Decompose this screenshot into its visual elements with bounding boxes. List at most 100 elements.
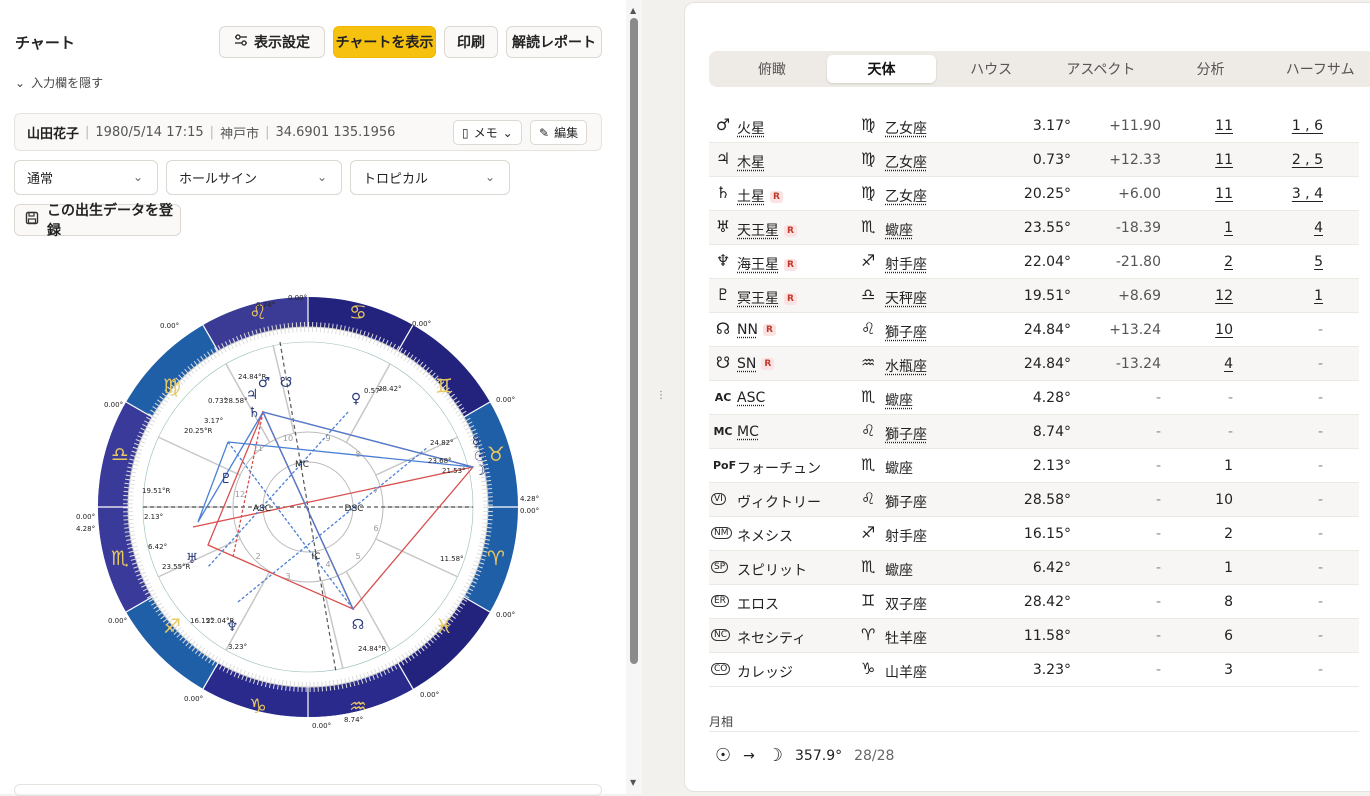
- body-name[interactable]: 土星: [737, 189, 765, 205]
- retrograde-badge: R: [784, 259, 797, 271]
- table-row[interactable]: ♇ 冥王星 R ♎ 天秤座 19.51° +8.69 12 1: [709, 279, 1359, 313]
- body-name-cell[interactable]: 海王星 R: [737, 254, 797, 274]
- aspect-value: -18.39: [1115, 220, 1161, 236]
- aspect-value: -: [1155, 560, 1161, 576]
- tab-2[interactable]: ハウス: [936, 55, 1046, 83]
- svg-text:8.74°: 8.74°: [256, 301, 275, 309]
- table-row[interactable]: ☊ NN R ♌ 獅子座 24.84° +13.24 10 -: [709, 313, 1359, 347]
- body-name-cell[interactable]: 土星 R: [737, 186, 783, 206]
- table-row[interactable]: ♅ 天王星 R ♏ 蠍座 23.55° -18.39 1 4: [709, 211, 1359, 245]
- house-system-select[interactable]: ホールサイン ⌄: [166, 160, 342, 195]
- table-row[interactable]: CO カレッジ ♑ 山羊座 3.23° - 3 -: [709, 653, 1359, 687]
- sign-name[interactable]: 水瓶座: [885, 356, 927, 376]
- body-name-cell[interactable]: 火星: [737, 118, 765, 138]
- sign-name[interactable]: 獅子座: [885, 424, 927, 444]
- scroll-up-icon[interactable]: ▲: [630, 6, 636, 15]
- table-row[interactable]: ☋ SN R ♒ 水瓶座 24.84° -13.24 4 -: [709, 347, 1359, 381]
- table-row[interactable]: VI ヴィクトリー ♌ 獅子座 28.58° - 10 -: [709, 483, 1359, 517]
- house-value[interactable]: 1: [1224, 220, 1233, 236]
- body-name-cell[interactable]: 冥王星 R: [737, 288, 797, 308]
- body-name[interactable]: ASC: [737, 390, 765, 406]
- svg-text:♐: ♐: [163, 614, 181, 638]
- halfsum-value[interactable]: 3 , 4: [1292, 186, 1323, 202]
- degree-value: 24.84°: [1023, 322, 1071, 338]
- register-birth-data-button[interactable]: この出生データを登録: [14, 203, 181, 239]
- hide-input-toggle[interactable]: ⌄ 入力欄を隠す: [15, 74, 103, 91]
- table-row[interactable]: ♃ 木星 ♍ 乙女座 0.73° +12.33 11 2 , 5: [709, 143, 1359, 177]
- retrograde-badge: R: [762, 324, 776, 336]
- tab-1[interactable]: 天体: [826, 55, 937, 83]
- edit-button[interactable]: ✎ 編集: [530, 120, 588, 145]
- body-name-cell[interactable]: 木星: [737, 152, 765, 172]
- house-value[interactable]: 10: [1215, 322, 1233, 338]
- table-row[interactable]: ♆ 海王星 R ♐ 射手座 22.04° -21.80 2 5: [709, 245, 1359, 279]
- house-value[interactable]: 2: [1224, 254, 1233, 270]
- body-name-cell[interactable]: ASC: [737, 390, 765, 406]
- house-value[interactable]: 11: [1215, 152, 1233, 168]
- sign-name[interactable]: 射手座: [885, 254, 927, 274]
- sliders-icon: [234, 33, 248, 51]
- table-row[interactable]: MC MC ♌ 獅子座 8.74° - - -: [709, 415, 1359, 449]
- body-name-cell[interactable]: MC: [737, 424, 759, 440]
- tab-3[interactable]: アスペクト: [1046, 55, 1156, 83]
- zodiac-select[interactable]: トロピカル ⌄: [350, 160, 510, 195]
- retrograde-badge: R: [784, 293, 797, 305]
- table-row[interactable]: PoF フォーチュン ♏ 蠍座 2.13° - 1 -: [709, 449, 1359, 483]
- aspect-value: +6.00: [1118, 186, 1161, 202]
- table-row[interactable]: SP スピリット ♏ 蠍座 6.42° - 1 -: [709, 551, 1359, 585]
- scroll-down-icon[interactable]: ▼: [630, 778, 636, 787]
- table-row[interactable]: ♂ 火星 ♍ 乙女座 3.17° +11.90 11 1 , 6: [709, 109, 1359, 143]
- sign-name[interactable]: 獅子座: [885, 322, 927, 342]
- sign-name[interactable]: 蠍座: [885, 220, 913, 240]
- body-name-cell: カレッジ: [737, 662, 793, 682]
- scrollbar-thumb[interactable]: [630, 18, 638, 664]
- mode-select[interactable]: 通常 ⌄: [14, 160, 158, 195]
- sign-name[interactable]: 蠍座: [885, 390, 913, 410]
- table-row[interactable]: ♄ 土星 R ♍ 乙女座 20.25° +6.00 11 3 , 4: [709, 177, 1359, 211]
- body-name-cell[interactable]: 天王星 R: [737, 220, 797, 240]
- halfsum-value[interactable]: 1: [1314, 288, 1323, 304]
- report-button[interactable]: 解読レポート: [506, 26, 602, 58]
- body-name[interactable]: 火星: [737, 121, 765, 137]
- halfsum-value[interactable]: 2 , 5: [1292, 152, 1323, 168]
- house-value[interactable]: 4: [1224, 356, 1233, 372]
- body-name[interactable]: 天王星: [737, 223, 779, 239]
- table-row[interactable]: NM ネメシス ♐ 射手座 16.15° - 2 -: [709, 517, 1359, 551]
- tab-0[interactable]: 俯瞰: [717, 55, 827, 83]
- display-settings-button[interactable]: 表示設定: [219, 26, 325, 58]
- memo-button[interactable]: ▯ メモ ⌄: [453, 120, 522, 145]
- body-name-cell[interactable]: SN R: [737, 356, 775, 372]
- tab-4[interactable]: 分析: [1156, 55, 1266, 83]
- halfsum-value: -: [1317, 492, 1323, 508]
- print-button[interactable]: 印刷: [444, 26, 498, 58]
- svg-text:11.58°: 11.58°: [440, 555, 464, 563]
- body-name[interactable]: MC: [737, 424, 759, 440]
- body-name[interactable]: 木星: [737, 155, 765, 171]
- resize-handle-icon[interactable]: ⋮: [656, 390, 666, 401]
- table-row[interactable]: AC ASC ♏ 蠍座 4.28° - - -: [709, 381, 1359, 415]
- house-value[interactable]: 11: [1215, 118, 1233, 134]
- body-name: エロス: [737, 597, 779, 613]
- sign-name[interactable]: 乙女座: [885, 118, 927, 138]
- body-name: スピリット: [737, 563, 807, 579]
- natal-chart-wheel[interactable]: ♌ ♋ ♊♉ ♈♓ ♒♑ ♐♏ ♎♍ MC DSC IC ASC 12 2 3 …: [70, 285, 550, 735]
- table-row[interactable]: ER エロス ♊ 双子座 28.42° - 8 -: [709, 585, 1359, 619]
- house-value[interactable]: 12: [1215, 288, 1233, 304]
- halfsum-value[interactable]: 4: [1314, 220, 1323, 236]
- body-name[interactable]: 海王星: [737, 257, 779, 273]
- table-row[interactable]: NC ネセシティ ♈ 牡羊座 11.58° - 6 -: [709, 619, 1359, 653]
- body-name-cell[interactable]: NN R: [737, 322, 776, 338]
- halfsum-value[interactable]: 5: [1314, 254, 1323, 270]
- body-icon: ♇: [715, 285, 731, 304]
- body-name[interactable]: NN: [737, 322, 758, 338]
- degree-value: 8.74°: [1032, 424, 1071, 440]
- sign-name[interactable]: 乙女座: [885, 186, 927, 206]
- halfsum-value[interactable]: 1 , 6: [1292, 118, 1323, 134]
- body-name[interactable]: SN: [737, 356, 756, 372]
- show-chart-button[interactable]: チャートを表示: [333, 26, 436, 58]
- house-value[interactable]: 11: [1215, 186, 1233, 202]
- tab-5[interactable]: ハーフサム: [1265, 55, 1370, 83]
- sign-name[interactable]: 天秤座: [885, 288, 927, 308]
- sign-name[interactable]: 乙女座: [885, 152, 927, 172]
- body-name[interactable]: 冥王星: [737, 291, 779, 307]
